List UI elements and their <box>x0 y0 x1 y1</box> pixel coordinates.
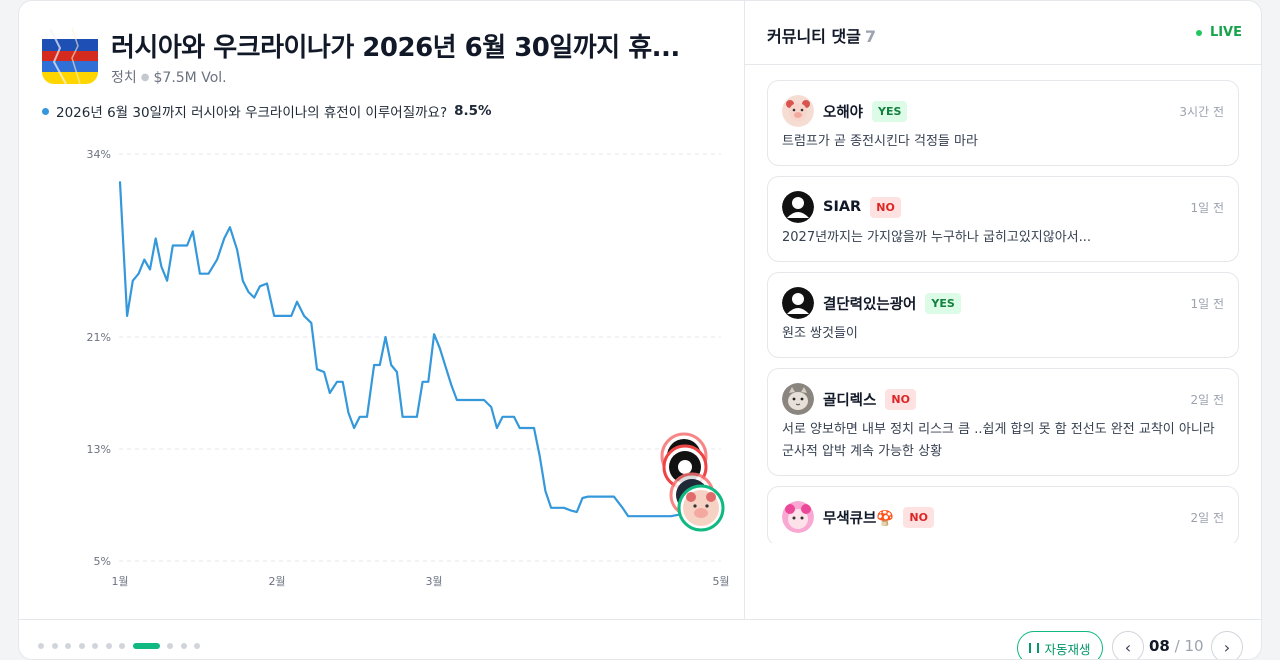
pig-avatar-icon[interactable] <box>782 95 814 127</box>
comment-author[interactable]: SIAR <box>823 199 861 215</box>
comment-time: 2일 전 <box>1190 392 1224 407</box>
comment-time: 2일 전 <box>1190 510 1224 525</box>
page-indicator: 08 / 10 <box>1149 637 1204 655</box>
slide-dot[interactable] <box>105 643 112 649</box>
slide-dot[interactable] <box>119 643 125 649</box>
market-card: 34% 21% 13% 5% 1월 2월 3월 5월 러시아와 우크라이나가 2… <box>18 0 1262 660</box>
comments-header: 커뮤니티 댓글 7 LIVE <box>745 1 1261 65</box>
comment-header: 무색큐브🍄 NO 2일 전 <box>782 501 1224 533</box>
autoplay-button[interactable]: 자동재생 <box>1017 631 1103 659</box>
chevron-right-icon: › <box>1223 637 1231 657</box>
slide-indicator <box>38 643 208 649</box>
comments-list[interactable]: 오해야 YES 3시간 전트럼프가 곧 종전시킨다 걱정들 마라 SIAR NO 1일 전… <box>767 80 1239 543</box>
comment-text: 2027년까지는 가지않을까 누구하나 굽히고있지않아서... <box>782 230 1092 245</box>
y-tick-label: 21% <box>87 331 111 344</box>
market-panel: 34% 21% 13% 5% 1월 2월 3월 5월 러시아와 우크라이나가 2… <box>19 1 744 619</box>
comment-author[interactable]: 골디렉스 <box>823 389 876 410</box>
position-badge: YES <box>925 292 961 314</box>
autoplay-label: 자동재생 <box>1044 641 1091 657</box>
pink-character-avatar-icon[interactable] <box>782 501 814 533</box>
slide-dot[interactable] <box>65 643 71 649</box>
comment-header: 골디렉스 NO 2일 전 <box>782 383 1224 415</box>
comment-card[interactable]: SIAR NO 1일 전 2027년까지는 가지않을까 누구하나 굽히고있지않아서..… <box>767 176 1239 262</box>
position-badge: NO <box>903 506 934 528</box>
position-badge: YES <box>872 100 908 122</box>
meta-separator: ● <box>140 72 150 83</box>
comment-author[interactable]: 오해야 <box>823 101 863 122</box>
comment-card[interactable]: 무색큐브🍄 NO 2일 전 <box>767 486 1239 543</box>
position-badge: NO <box>870 196 901 218</box>
comment-card[interactable]: 오해야 YES 3시간 전트럼프가 곧 종전시킨다 걱정들 마라 <box>767 80 1239 166</box>
live-dot-icon <box>1195 29 1202 36</box>
comment-header: 결단력있는광어 YES 1일 전 <box>782 287 1224 319</box>
russia-ukraine-flag-icon <box>42 28 98 84</box>
comment-author[interactable]: 무색큐브🍄 <box>823 507 894 528</box>
market-volume: $7.5M Vol. <box>153 70 227 86</box>
comment-time: 1일 전 <box>1190 200 1224 215</box>
comment-header: 오해야 YES 3시간 전 <box>782 95 1224 127</box>
legend-probability: 8.5% <box>454 103 492 119</box>
x-tick-label: 1월 <box>111 575 128 588</box>
slide-dot[interactable] <box>78 643 85 649</box>
x-tick-label: 5월 <box>712 575 729 588</box>
cat-avatar-icon[interactable] <box>782 383 814 415</box>
prev-slide-button[interactable]: ‹ <box>1112 631 1144 659</box>
comment-text: 트럼프가 곧 종전시킨다 걱정들 마라 <box>782 134 978 149</box>
default-user-avatar-icon[interactable] <box>782 287 814 319</box>
legend-question: 2026년 6월 30일까지 러시아와 우크라이나의 휴전이 이루어질까요? <box>56 105 448 121</box>
position-badge: NO <box>885 388 916 410</box>
comment-time: 3시간 전 <box>1179 104 1224 119</box>
market-category[interactable]: 정치 <box>111 70 137 86</box>
slide-dot[interactable] <box>180 643 187 649</box>
slide-dot[interactable] <box>51 643 58 649</box>
comment-text: 원조 쌍것들이 <box>782 326 858 341</box>
comment-text: 서로 양보하면 내부 정치 리스크 큼 ..쉽게 합의 못 함 전선도 완전 교… <box>782 422 1215 459</box>
comment-time: 1일 전 <box>1190 296 1224 311</box>
market-title: 러시아와 우크라이나가 2026년 6월 30일까지 휴... <box>111 33 680 63</box>
y-tick-label: 5% <box>94 555 111 568</box>
x-tick-label: 3월 <box>425 575 442 588</box>
comment-header: SIAR NO 1일 전 <box>782 191 1224 223</box>
chevron-left-icon: ‹ <box>1124 637 1132 657</box>
comment-card[interactable]: 골디렉스 NO 2일 전서로 양보하면 내부 정치 리스크 큼 ..쉽게 합의 못 … <box>767 368 1239 476</box>
price-chart: 34% 21% 13% 5% 1월 2월 3월 5월 <box>87 148 730 588</box>
slide-dot[interactable] <box>194 643 200 649</box>
y-tick-label: 13% <box>87 443 111 456</box>
comments-count: 7 <box>864 27 877 46</box>
live-label: LIVE <box>1209 25 1242 40</box>
legend-dot-icon <box>42 107 49 115</box>
x-tick-label: 2월 <box>268 575 285 588</box>
slide-dot-active[interactable] <box>132 643 160 649</box>
page-current: 08 <box>1149 637 1170 655</box>
chart-legend: 2026년 6월 30일까지 러시아와 우크라이나의 휴전이 이루어질까요? 8… <box>42 101 492 121</box>
default-user-avatar-icon[interactable] <box>782 191 814 223</box>
probability-line <box>118 181 693 518</box>
live-indicator: LIVE <box>1195 25 1242 40</box>
slide-dot[interactable] <box>92 643 98 649</box>
carousel-footer: 자동재생 ‹ 08 / 10 › <box>19 619 1261 659</box>
y-tick-label: 34% <box>87 148 111 161</box>
page-total: 10 <box>1184 637 1204 655</box>
market-meta: 정치 ● $7.5M Vol. <box>111 67 227 87</box>
slide-dot[interactable] <box>167 643 173 649</box>
comment-author[interactable]: 결단력있는광어 <box>823 293 916 314</box>
page-separator: / <box>1174 637 1180 655</box>
next-slide-button[interactable]: › <box>1211 631 1243 659</box>
comments-title: 커뮤니티 댓글 7 <box>767 23 876 47</box>
comment-card[interactable]: 결단력있는광어 YES 1일 전원조 쌍것들이 <box>767 272 1239 358</box>
pause-icon <box>1029 643 1040 653</box>
comments-panel: 커뮤니티 댓글 7 LIVE 오해야 YES 3시간 전트럼프가 곧 종전시킨다 걱정… <box>744 1 1261 619</box>
comments-title-label: 커뮤니티 댓글 <box>767 27 861 46</box>
slide-dot[interactable] <box>38 643 44 649</box>
